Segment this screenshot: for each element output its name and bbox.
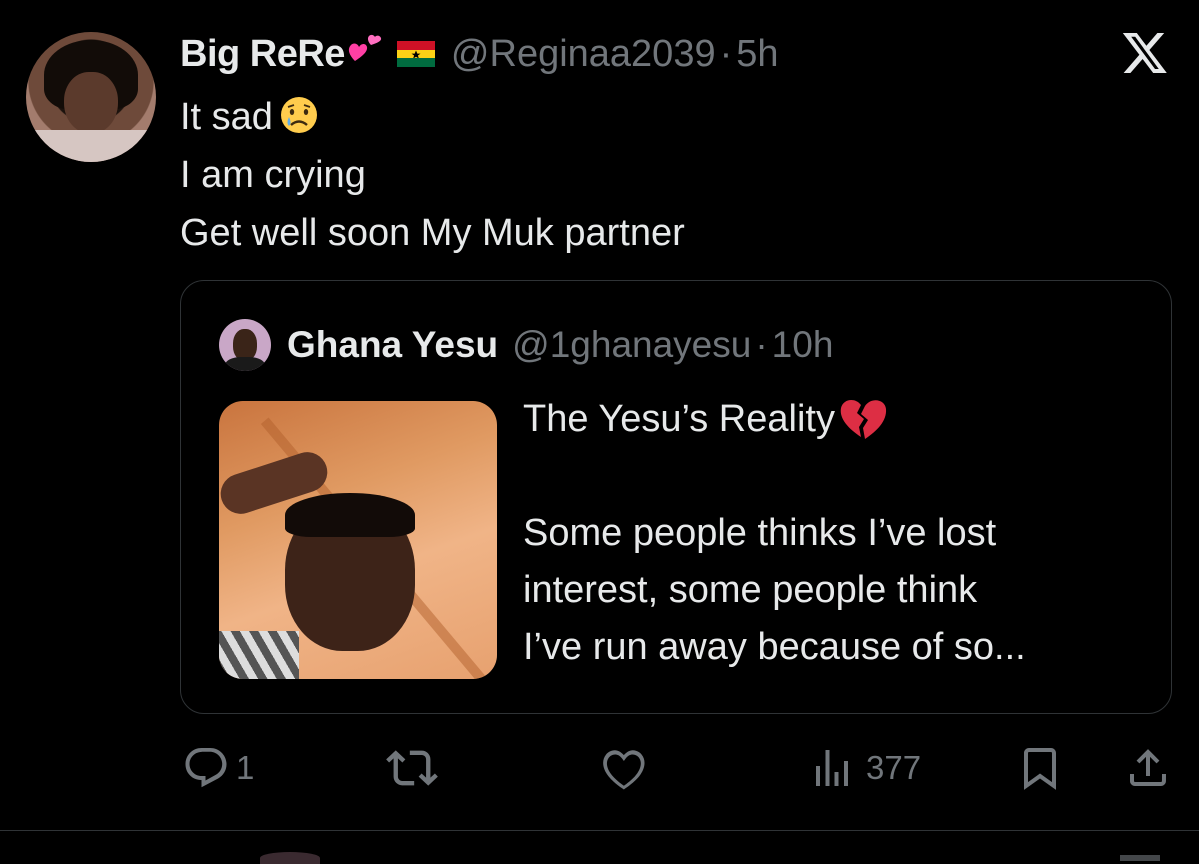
quoted-avatar-body [225, 357, 265, 371]
quoted-title-line: The Yesu’s Reality [523, 391, 1143, 448]
heart-icon [603, 750, 645, 790]
quoted-tweet-image[interactable] [219, 401, 497, 679]
repost-icon [386, 750, 438, 786]
tweet[interactable]: Big ReRe @Reginaa2039 · 5h It sad I am c… [0, 0, 1199, 830]
reply-icon [185, 748, 227, 788]
quoted-tweet-time[interactable]: 10h [772, 324, 834, 366]
next-tweet-logo-peek [1120, 855, 1160, 861]
quoted-separator-dot: · [755, 324, 768, 365]
views-icon [816, 750, 848, 786]
crying-face-emoji-icon [280, 97, 317, 133]
quoted-tweet[interactable]: Ghana Yesu @1ghanayesu · 10h The Yesu’s … [180, 280, 1172, 714]
tweet-time[interactable]: 5h [736, 33, 778, 76]
tweet-line-2: I am crying [180, 154, 366, 196]
tweet-header: Big ReRe @Reginaa2039 · 5h [180, 26, 779, 82]
quoted-tweet-header: Ghana Yesu @1ghanayesu · 10h [219, 317, 833, 373]
author-name[interactable]: Big ReRe [180, 33, 345, 76]
tweet-line-1-text: It sad [180, 96, 273, 138]
image-shirt [219, 631, 299, 679]
ghana-flag-icon [396, 41, 435, 68]
bookmark-icon [1024, 748, 1056, 790]
x-logo-icon[interactable] [1120, 28, 1170, 76]
quoted-author-name[interactable]: Ghana Yesu [287, 324, 498, 366]
tweet-line-3: Get well soon My Muk partner [180, 212, 685, 254]
quoted-author-handle[interactable]: @1ghanayesu [512, 324, 751, 366]
like-button[interactable] [598, 738, 648, 798]
quoted-avatar[interactable] [219, 319, 271, 371]
broken-heart-emoji-icon [840, 399, 887, 439]
tweet-text: It sad I am crying Get well soon My Muk … [180, 88, 685, 262]
quoted-blank-line [523, 448, 1143, 505]
views-button[interactable]: 377 [808, 738, 921, 798]
author-handle[interactable]: @Reginaa2039 [451, 33, 716, 76]
quoted-body-line-1: Some people thinks I’ve lost [523, 512, 997, 554]
repost-button[interactable] [386, 738, 438, 798]
tweet-line-1: It sad [180, 88, 685, 146]
avatar-shirt [26, 130, 156, 162]
quoted-title: The Yesu’s Reality [523, 398, 835, 440]
action-bar: 1 377 [0, 738, 1199, 798]
quoted-body-line-3: I’ve run away because of so... [523, 626, 1026, 668]
separator-dot: · [719, 32, 733, 75]
image-hair [285, 493, 415, 537]
share-icon [1130, 749, 1166, 786]
share-button[interactable] [1124, 738, 1172, 798]
avatar-face [64, 72, 118, 134]
views-count: 377 [866, 749, 922, 786]
tweet-divider [0, 830, 1199, 831]
quoted-body-line-2: interest, some people think [523, 569, 978, 611]
quoted-tweet-text: The Yesu’s Reality Some people thinks I’… [523, 391, 1143, 676]
bookmark-button[interactable] [1016, 738, 1064, 798]
reply-count: 1 [236, 749, 255, 786]
two-hearts-emoji-icon [348, 34, 382, 61]
next-tweet-avatar-peek [260, 852, 320, 864]
reply-button[interactable]: 1 [182, 738, 254, 798]
avatar[interactable] [26, 32, 156, 162]
